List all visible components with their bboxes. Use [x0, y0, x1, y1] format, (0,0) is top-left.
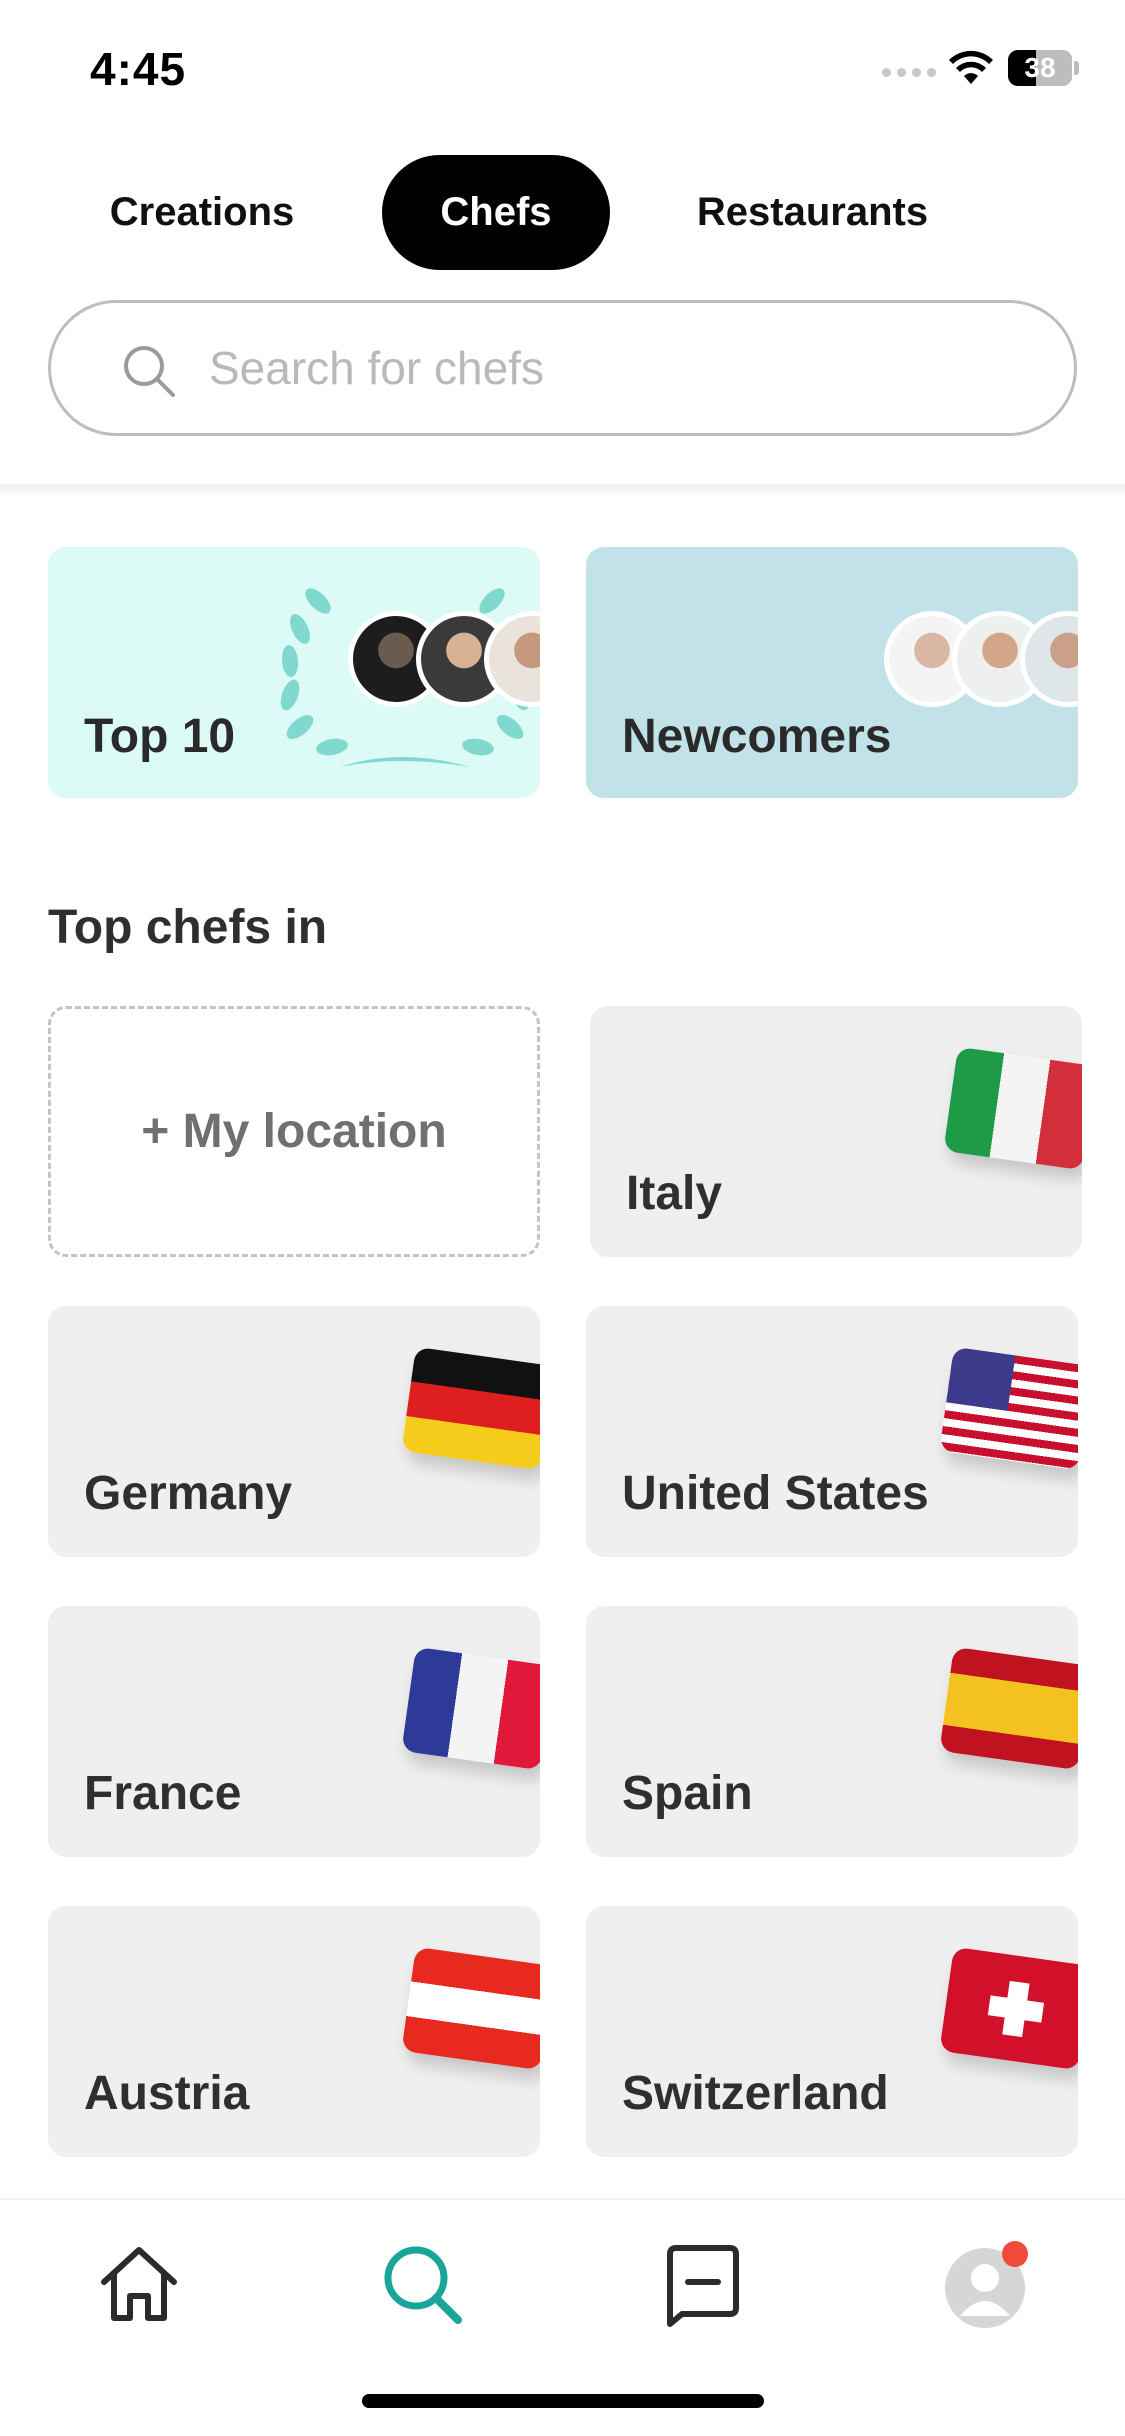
country-label: Austria: [84, 2067, 250, 2120]
wifi-icon: [949, 50, 993, 84]
category-tabs: Creations Chefs Restaurants: [0, 155, 1125, 270]
status-bar: 4:45 38: [0, 0, 1125, 140]
top10-card[interactable]: Top 10: [48, 547, 540, 798]
switzerland-flag: [939, 1946, 1078, 2071]
tab-chefs[interactable]: Chefs: [382, 155, 610, 270]
austria-flag: [401, 1946, 540, 2071]
newcomers-label: Newcomers: [622, 710, 892, 763]
country-label: Germany: [84, 1467, 293, 1520]
country-card-austria[interactable]: Austria: [48, 1906, 540, 2157]
home-icon[interactable]: [94, 2240, 184, 2330]
notification-badge: [1002, 2241, 1028, 2267]
country-label: Italy: [626, 1167, 723, 1220]
top10-label: Top 10: [84, 710, 236, 763]
country-card-united-states[interactable]: United States: [586, 1306, 1078, 1557]
section-title: Top chefs in: [48, 901, 328, 954]
status-time: 4:45: [90, 43, 187, 95]
tab-restaurants[interactable]: Restaurants: [660, 155, 965, 270]
home-indicator: [362, 2394, 764, 2408]
newcomers-card[interactable]: Newcomers: [586, 547, 1078, 798]
search-icon: [124, 346, 175, 397]
country-card-spain[interactable]: Spain: [586, 1606, 1078, 1857]
search-bar[interactable]: [48, 300, 1077, 436]
header-divider: [0, 484, 1125, 498]
usa-flag: [939, 1346, 1078, 1471]
spain-flag: [939, 1646, 1078, 1771]
my-location-label: + My location: [141, 1105, 447, 1158]
my-location-card[interactable]: + My location: [48, 1006, 540, 1257]
country-label: Switzerland: [622, 2067, 889, 2120]
country-card-italy[interactable]: Italy: [590, 1006, 1082, 1257]
country-label: France: [84, 1767, 242, 1820]
country-label: United States: [622, 1467, 929, 1520]
tab-creations[interactable]: Creations: [72, 155, 332, 270]
battery-icon: 38: [1008, 50, 1079, 86]
country-card-germany[interactable]: Germany: [48, 1306, 540, 1557]
country-card-switzerland[interactable]: Switzerland: [586, 1906, 1078, 2157]
cellular-signal-icon: [882, 68, 936, 77]
battery-level: 38: [1024, 52, 1056, 83]
country-card-france[interactable]: France: [48, 1606, 540, 1857]
italy-flag: [943, 1046, 1082, 1171]
profile-icon[interactable]: [940, 2240, 1030, 2330]
france-flag: [401, 1646, 540, 1771]
search-icon[interactable]: [378, 2240, 468, 2330]
messages-icon[interactable]: [658, 2240, 748, 2330]
country-label: Spain: [622, 1767, 753, 1820]
germany-flag: [401, 1346, 540, 1471]
search-input[interactable]: [209, 303, 1009, 433]
